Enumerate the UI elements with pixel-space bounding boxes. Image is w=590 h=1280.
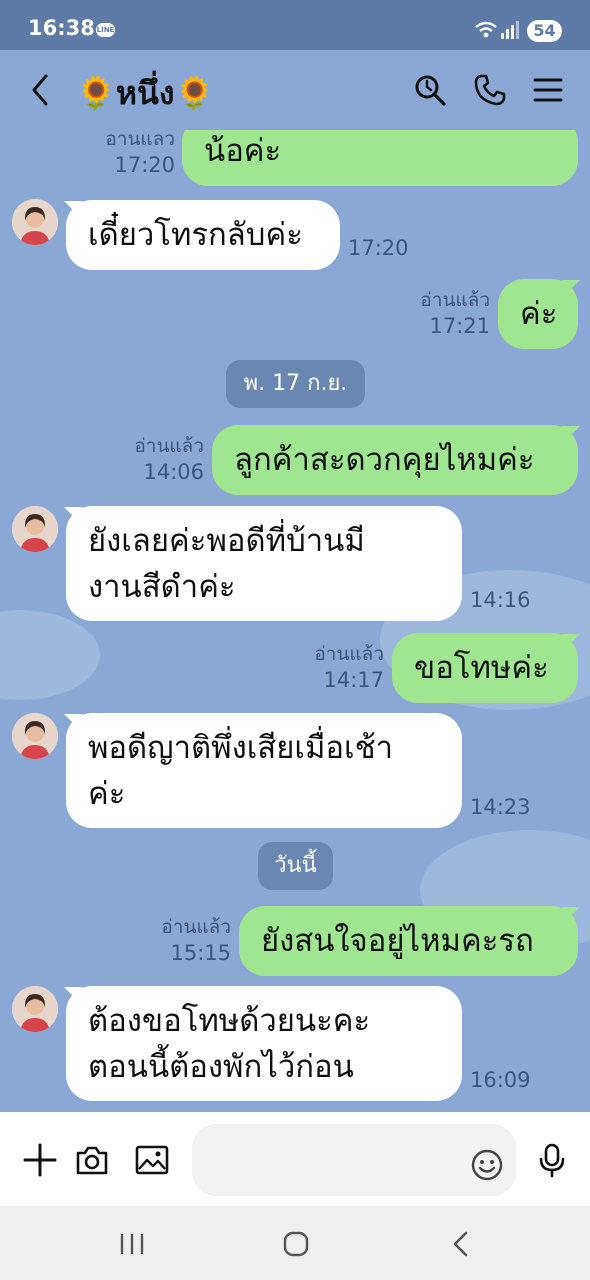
system-navigation-bar: [0, 1206, 590, 1280]
read-receipt: อ่านแล้ว 14:17: [264, 641, 384, 693]
message-time: 14:16: [470, 588, 531, 612]
emoji-icon[interactable]: [470, 1148, 504, 1182]
read-label: อ่านแล้ว: [161, 916, 231, 938]
read-receipt: อ่านแล้ว 17:21: [370, 287, 490, 339]
wifi-icon: [475, 21, 497, 38]
read-receipt: อ่านแล้ว 15:15: [111, 914, 231, 966]
chat-header: 🌻หนึ่ง🌻: [0, 50, 590, 130]
incoming-message-bubble[interactable]: ยังเลยค่ะพอดีที่บ้านมี งานสีดำค่ะ: [66, 506, 462, 621]
message-text: งานสีดำค่ะ: [88, 569, 236, 605]
read-label: อานแลว: [105, 130, 175, 150]
read-receipt: อานแลว 17:20: [60, 130, 175, 178]
avatar-image: [12, 713, 58, 759]
avatar-image: [12, 199, 58, 245]
message-text: ต้องขอโทษด้วยนะคะ: [88, 1003, 371, 1039]
message-text: ขอโทษค่ะ: [414, 650, 549, 686]
outgoing-message-bubble[interactable]: ค่ะ: [498, 279, 578, 349]
chat-title[interactable]: 🌻หนึ่ง🌻: [76, 68, 214, 119]
read-label: อ่านแล้ว: [314, 643, 384, 665]
avatar[interactable]: [12, 199, 58, 245]
message-text: ลูกค้าสะดวกคุยไหมค่ะ: [234, 442, 535, 478]
avatar[interactable]: [12, 506, 58, 552]
message-time: 14:23: [470, 795, 531, 819]
phone-icon[interactable]: [472, 72, 508, 108]
read-label: อ่านแล้ว: [134, 435, 204, 457]
read-label: อ่านแล้ว: [420, 289, 490, 311]
message-time: 17:21: [429, 314, 490, 338]
message-text: ยังสนใจอยู่ไหมคะรถ: [261, 923, 534, 959]
message-time: 14:17: [323, 668, 384, 692]
message-input-bar: [0, 1112, 590, 1206]
camera-icon[interactable]: [74, 1142, 110, 1178]
outgoing-message-bubble[interactable]: น้อค่ะ: [182, 130, 578, 186]
home-icon[interactable]: [280, 1228, 312, 1260]
message-text: ยังเลยค่ะพอดีที่บ้านมี: [88, 523, 365, 559]
message-time: 17:20: [348, 236, 409, 260]
message-time: 16:09: [470, 1068, 531, 1092]
read-receipt: อ่านแล้ว 14:06: [84, 433, 204, 485]
battery-indicator: 54: [527, 20, 562, 42]
back-nav-icon[interactable]: [446, 1228, 478, 1260]
message-text: พอดีญาติพึ่งเสียเมื่อเช้า: [88, 730, 394, 766]
line-notification-icon: LINE: [96, 23, 115, 37]
image-icon[interactable]: [134, 1142, 170, 1178]
background-cloud: [0, 610, 100, 700]
message-text: ตอนนี้ต้องพักไว้ก่อน: [88, 1049, 354, 1085]
outgoing-message-bubble[interactable]: ขอโทษค่ะ: [392, 633, 578, 703]
outgoing-message-bubble[interactable]: ยังสนใจอยู่ไหมคะรถ: [239, 906, 578, 976]
avatar-image: [12, 986, 58, 1032]
message-time: 14:06: [143, 460, 204, 484]
avatar[interactable]: [12, 713, 58, 759]
menu-icon[interactable]: [530, 72, 566, 108]
chat-area[interactable]: น้อค่ะ อานแลว 17:20 เดี๋ยวโทรกลับค่ะ 17:…: [0, 130, 590, 1110]
message-text: น้อค่ะ: [204, 133, 282, 169]
recent-apps-icon[interactable]: [116, 1228, 148, 1260]
message-input[interactable]: [192, 1124, 516, 1196]
incoming-message-bubble[interactable]: ต้องขอโทษด้วยนะคะ ตอนนี้ต้องพักไว้ก่อน: [66, 986, 462, 1101]
message-text: ค่ะ: [520, 296, 558, 332]
message-text: ค่ะ: [88, 776, 126, 812]
date-divider: วันนี้: [258, 842, 333, 890]
avatar[interactable]: [12, 986, 58, 1032]
mic-icon[interactable]: [534, 1142, 570, 1178]
date-divider: พ. 17 ก.ย.: [226, 360, 365, 408]
plus-icon[interactable]: [22, 1142, 58, 1178]
incoming-message-bubble[interactable]: เดี๋ยวโทรกลับค่ะ: [66, 200, 340, 270]
message-time: 17:20: [114, 153, 175, 177]
incoming-message-bubble[interactable]: พอดีญาติพึ่งเสียเมื่อเช้า ค่ะ: [66, 713, 462, 828]
avatar-image: [12, 506, 58, 552]
message-time: 15:15: [170, 941, 231, 965]
message-text: เดี๋ยวโทรกลับค่ะ: [88, 217, 303, 253]
status-bar: 16:38 LINE 54: [0, 0, 590, 50]
signal-icon: [501, 21, 519, 39]
search-icon[interactable]: [412, 72, 448, 108]
status-time: 16:38: [28, 16, 95, 40]
outgoing-message-bubble[interactable]: ลูกค้าสะดวกคุยไหมค่ะ: [212, 425, 578, 495]
chevron-left-icon[interactable]: [26, 70, 56, 110]
